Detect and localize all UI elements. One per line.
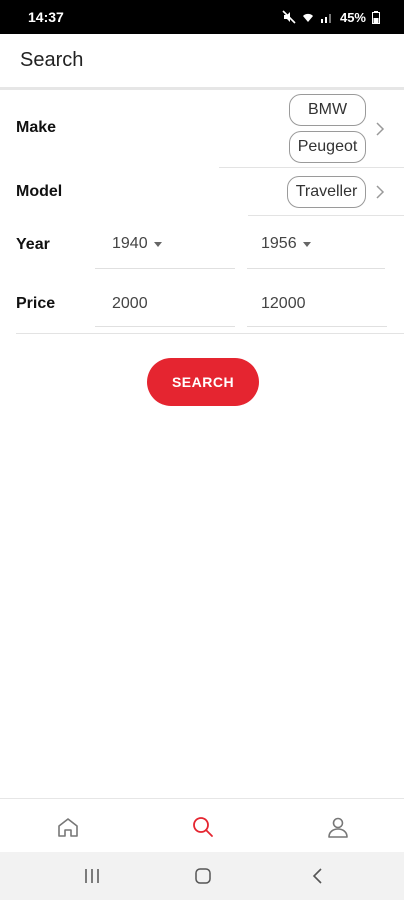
app-bar: Search [0, 34, 404, 90]
year-to-select[interactable]: 1956 [261, 235, 311, 253]
price-to-underline [247, 326, 387, 327]
bottom-nav [0, 798, 404, 852]
year-to-underline [247, 268, 385, 269]
dropdown-caret-icon [302, 241, 311, 247]
model-chip-traveller[interactable]: Traveller [287, 176, 366, 208]
price-row: Price 2000 12000 [16, 272, 404, 334]
year-row: Year 1940 1956 [16, 216, 404, 272]
make-chevron-icon[interactable] [375, 122, 385, 136]
year-from-select[interactable]: 1940 [112, 235, 162, 253]
price-label: Price [16, 295, 56, 312]
model-chevron-icon[interactable] [375, 185, 385, 199]
status-icons: 45% [282, 10, 380, 25]
model-row[interactable]: Model Traveller [16, 168, 404, 216]
price-from-input[interactable]: 2000 [112, 295, 148, 313]
make-chip-peugeot[interactable]: Peugeot [289, 131, 366, 163]
year-from-value: 1940 [112, 235, 148, 252]
battery-icon [372, 10, 380, 24]
make-row[interactable]: Make BMW Peugeot [16, 90, 404, 168]
status-bar: 14:37 45% [0, 0, 404, 34]
home-button-icon[interactable] [191, 866, 215, 886]
system-nav [0, 852, 404, 900]
price-divider [16, 333, 404, 334]
make-chip-bmw[interactable]: BMW [289, 94, 366, 126]
year-label: Year [16, 236, 50, 253]
page-title: Search [20, 49, 84, 71]
search-button[interactable]: SEARCH [147, 358, 259, 406]
signal-icon [320, 11, 334, 23]
price-to-input[interactable]: 12000 [261, 295, 306, 313]
year-to-value: 1956 [261, 235, 297, 252]
profile-icon[interactable] [324, 813, 352, 841]
home-icon[interactable] [54, 813, 82, 841]
price-from-underline [95, 326, 235, 327]
battery-percent: 45% [339, 9, 366, 25]
search-icon[interactable] [189, 813, 217, 841]
back-icon[interactable] [306, 866, 330, 886]
mute-icon [282, 10, 296, 24]
status-time: 14:37 [28, 9, 64, 25]
year-from-underline [95, 268, 235, 269]
wifi-icon [302, 11, 314, 23]
recents-icon[interactable] [80, 866, 104, 886]
make-label: Make [16, 119, 57, 136]
model-label: Model [16, 183, 63, 200]
dropdown-caret-icon [153, 241, 162, 247]
